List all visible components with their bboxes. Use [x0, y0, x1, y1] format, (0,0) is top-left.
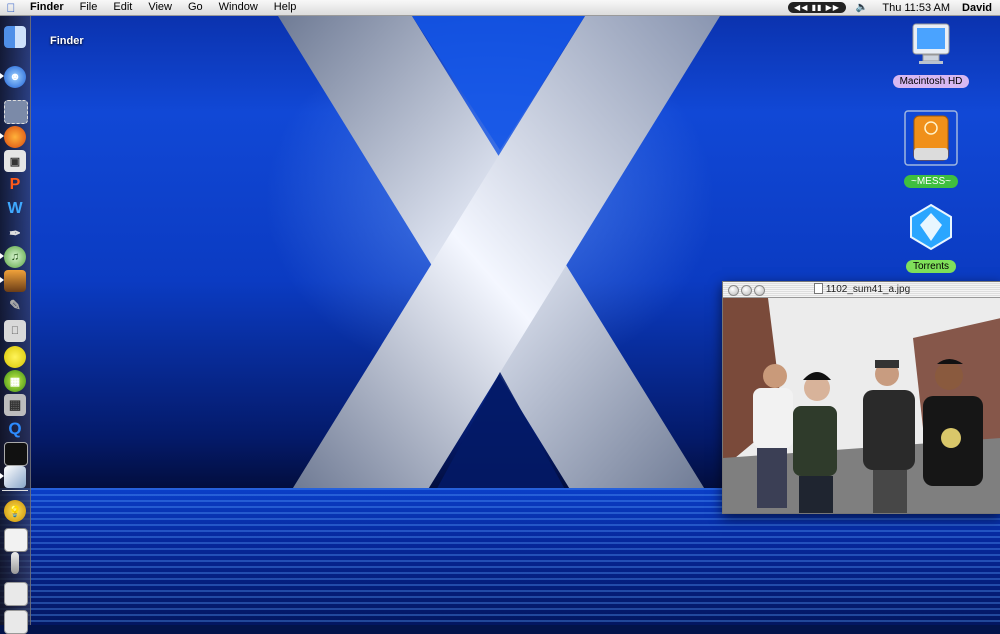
apple-menu-icon[interactable]: 	[0, 1, 22, 15]
external-drive-icon	[904, 110, 958, 166]
volume-icon[interactable]: 🔈	[856, 2, 868, 13]
window-title: 1102_sum41_a.jpg	[825, 284, 911, 295]
itunes-icon[interactable]: ♫	[4, 246, 26, 268]
finder-icon[interactable]	[4, 26, 26, 48]
dock: ☻ ▣ P W ✒ ♫ ✎  ▦ ▦ Q 💡	[0, 16, 31, 634]
torrent-folder-icon	[910, 203, 952, 251]
w-app-icon[interactable]: W	[4, 198, 26, 220]
mail-stamp-icon[interactable]	[4, 100, 28, 124]
desktop-icon-label: Macintosh HD	[892, 75, 970, 88]
running-indicator	[0, 277, 4, 283]
menu-app-finder[interactable]: Finder	[22, 0, 72, 15]
band-photo	[723, 298, 1000, 513]
ichat-icon[interactable]: ☻	[4, 66, 26, 88]
ipod-icon[interactable]: ▣	[4, 150, 26, 172]
menu-file[interactable]: File	[72, 0, 106, 15]
finder-tooltip: Finder	[50, 35, 84, 47]
desktop-icon-torrents[interactable]: Torrents	[886, 203, 976, 274]
desktop-icon-macintosh-hd[interactable]: Macintosh HD	[886, 22, 976, 89]
document-proxy-icon[interactable]	[813, 283, 823, 294]
menu-go[interactable]: Go	[180, 0, 211, 15]
document-icon[interactable]	[4, 528, 28, 552]
running-indicator	[0, 473, 4, 479]
calculator-icon[interactable]: ▦	[4, 394, 26, 416]
running-indicator	[0, 253, 4, 259]
running-indicator	[0, 133, 4, 139]
terminal-icon[interactable]	[4, 442, 28, 466]
firefox-icon[interactable]	[4, 126, 26, 148]
menu-edit[interactable]: Edit	[105, 0, 140, 15]
green-app-icon[interactable]: ▦	[4, 370, 26, 392]
desktop-icon-label: Torrents	[905, 260, 957, 273]
p-app-icon[interactable]: P	[4, 174, 26, 196]
minimize-button[interactable]	[741, 285, 752, 296]
preview-icon[interactable]	[4, 466, 26, 488]
iphoto-icon[interactable]	[4, 270, 26, 292]
menu-window[interactable]: Window	[211, 0, 266, 15]
menu-view[interactable]: View	[140, 0, 180, 15]
close-button[interactable]	[728, 285, 739, 296]
media-controls-icon[interactable]: ◀◀ ▮▮ ▶▶	[788, 2, 846, 13]
quicktime-icon[interactable]: Q	[4, 418, 26, 440]
bulb-icon[interactable]: 💡	[4, 500, 26, 522]
menu-help[interactable]: Help	[266, 0, 305, 15]
lemon-icon[interactable]	[4, 346, 26, 368]
thermometer-icon[interactable]	[11, 552, 19, 574]
pencil-app-icon[interactable]: ✎	[4, 294, 26, 316]
menu-bar:  Finder File Edit View Go Window Help ◀…	[0, 0, 1000, 16]
minimized-window-2-icon[interactable]	[4, 610, 28, 634]
band-photo-image	[723, 298, 1000, 513]
running-indicator	[0, 73, 4, 79]
user-menu[interactable]: David	[962, 2, 992, 14]
minimized-window-icon[interactable]	[4, 582, 28, 606]
desktop-icon-mess[interactable]: ~MESS~	[886, 110, 976, 189]
menu-clock[interactable]: Thu 11:53 AM	[882, 2, 950, 14]
zoom-button[interactable]	[754, 285, 765, 296]
pen-app-icon[interactable]: ✒	[4, 222, 26, 244]
window-titlebar[interactable]: 1102_sum41_a.jpg	[723, 282, 1000, 298]
image-window[interactable]: 1102_sum41_a.jpg	[722, 281, 1000, 514]
dock-separator	[2, 490, 28, 491]
hard-drive-icon	[912, 23, 950, 64]
desktop-icon-label: ~MESS~	[903, 175, 959, 188]
system-prefs-icon[interactable]: 	[4, 320, 26, 342]
menu-extras: ◀◀ ▮▮ ▶▶ 🔈 Thu 11:53 AM David	[788, 0, 1000, 15]
